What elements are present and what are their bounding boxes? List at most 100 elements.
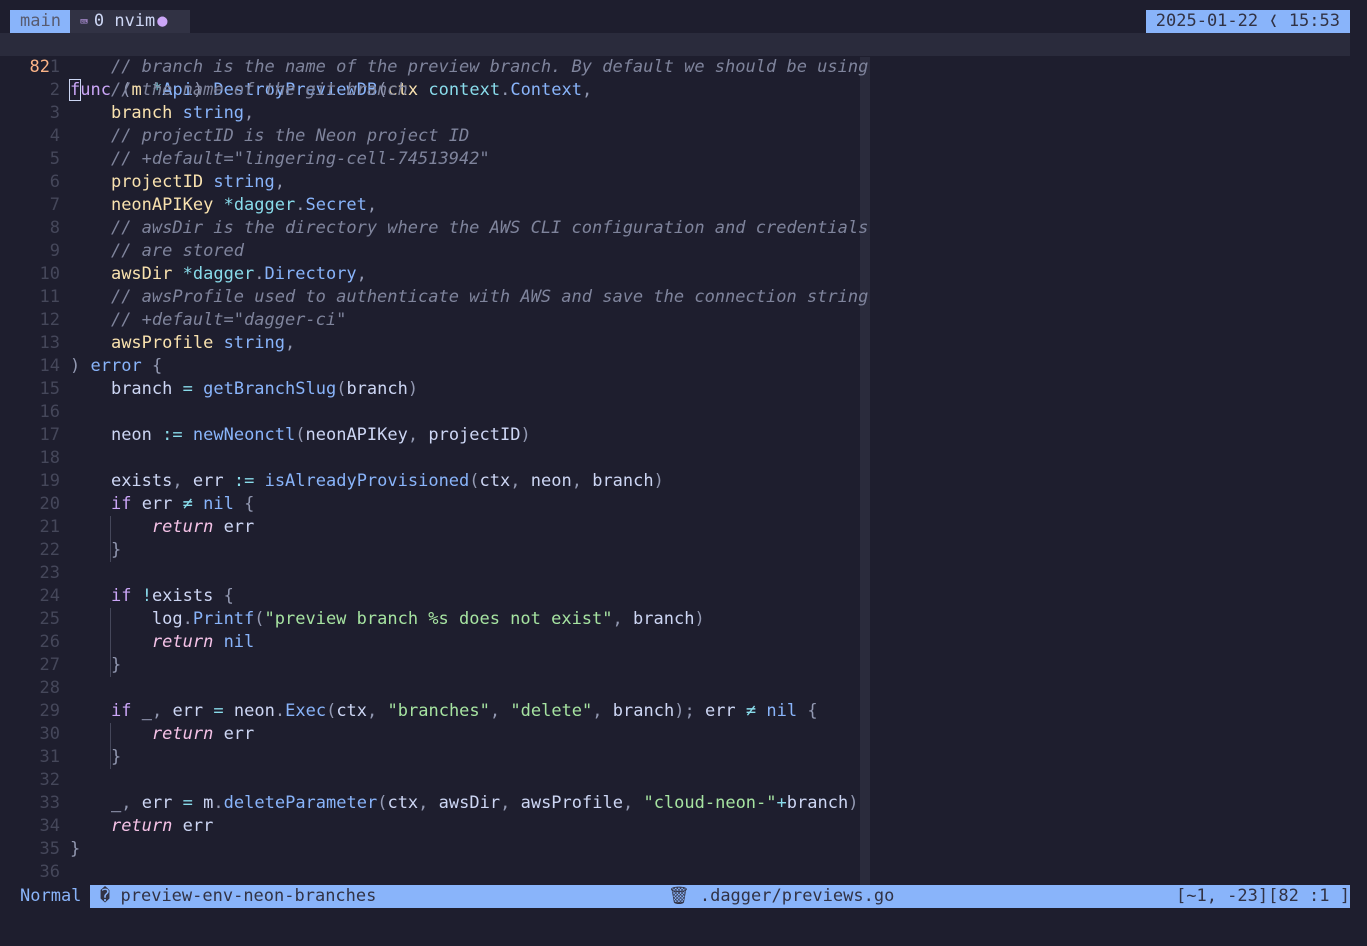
terminal-window: main ⌨ 0 nvim ● 2025-01-22 ❬ 15:53 82 func… <box>0 0 1367 946</box>
line-text[interactable]: // branch is the name of the preview bra… <box>70 56 868 79</box>
tmux-datetime: 2025-01-22 ❬ 15:53 <box>1145 10 1350 33</box>
line-text[interactable]: _, err = m.deleteParameter(ctx, awsDir, … <box>70 792 858 815</box>
code-line[interactable]: 2 // the name of the git branch <box>0 79 1367 102</box>
line-number: 10 <box>39 264 60 284</box>
sticky-context-line[interactable]: 82 func (m *Api) DestroyPreviewDB(ctx co… <box>0 33 1350 101</box>
line-number: 7 <box>49 195 60 215</box>
code-line[interactable]: 36 <box>0 861 1367 884</box>
code-line[interactable]: 14) error { <box>0 355 1367 378</box>
code-line[interactable]: 34 return err <box>0 815 1367 838</box>
line-number: 15 <box>39 379 60 399</box>
git-branch-name: preview-env-neon-branches <box>120 886 377 906</box>
code-line[interactable]: 20 if err ≠ nil { <box>0 493 1367 516</box>
line-text[interactable]: if err ≠ nil { <box>70 493 254 516</box>
line-text[interactable]: if _, err = neon.Exec(ctx, "branches", "… <box>70 700 818 723</box>
code-line[interactable]: 29 if _, err = neon.Exec(ctx, "branches"… <box>0 700 1367 723</box>
line-number: 17 <box>39 425 60 445</box>
code-line[interactable]: 23 <box>0 562 1367 585</box>
line-text[interactable]: } <box>70 539 121 562</box>
code-line[interactable]: 5 // +default="lingering-cell-74513942" <box>0 148 1367 171</box>
modified-indicator: ● <box>157 11 168 31</box>
vim-statusline: Normal � preview-env-neon-branches 🗑 .da… <box>0 885 1367 908</box>
code-line[interactable]: 12 // +default="dagger-ci" <box>0 309 1367 332</box>
code-line[interactable]: 26 return nil <box>0 631 1367 654</box>
line-text[interactable]: awsDir *dagger.Directory, <box>70 263 367 286</box>
code-line[interactable]: 31 } <box>0 746 1367 769</box>
line-text[interactable]: ) error { <box>70 355 162 378</box>
line-text[interactable]: // awsDir is the directory where the AWS… <box>70 217 868 240</box>
line-text[interactable]: return err <box>70 815 213 838</box>
code-line[interactable]: 17 neon := newNeonctl(neonAPIKey, projec… <box>0 424 1367 447</box>
line-text[interactable]: // +default="dagger-ci" <box>70 309 346 332</box>
line-text[interactable]: return err <box>70 723 254 746</box>
terminal-icon: ⌨ <box>80 15 88 30</box>
code-line[interactable]: 4 // projectID is the Neon project ID <box>0 125 1367 148</box>
git-branch-icon: � <box>100 886 111 906</box>
line-text[interactable]: } <box>70 746 121 769</box>
code-line[interactable]: 10 awsDir *dagger.Directory, <box>0 263 1367 286</box>
code-line[interactable]: 28 <box>0 677 1367 700</box>
vim-mode: Normal <box>10 885 92 908</box>
code-line[interactable]: 24 if !exists { <box>0 585 1367 608</box>
code-line[interactable]: 19 exists, err := isAlreadyProvisioned(c… <box>0 470 1367 493</box>
code-line[interactable]: 11 // awsProfile used to authenticate wi… <box>0 286 1367 309</box>
line-text[interactable]: } <box>70 654 121 677</box>
line-number: 3 <box>49 103 60 123</box>
line-number: 13 <box>39 333 60 353</box>
line-text[interactable]: // awsProfile used to authenticate with … <box>70 286 868 309</box>
line-text[interactable]: if !exists { <box>70 585 234 608</box>
line-number: 31 <box>39 747 60 767</box>
code-line[interactable]: 6 projectID string, <box>0 171 1367 194</box>
line-number: 23 <box>39 563 60 583</box>
line-text[interactable]: neonAPIKey *dagger.Secret, <box>70 194 377 217</box>
code-line[interactable]: 30 return err <box>0 723 1367 746</box>
code-lines[interactable]: 1 // branch is the name of the preview b… <box>0 56 1367 884</box>
code-line[interactable]: 22 } <box>0 539 1367 562</box>
line-text[interactable]: } <box>70 838 80 861</box>
line-text[interactable]: projectID string, <box>70 171 285 194</box>
line-number: 1 <box>49 57 60 77</box>
line-text[interactable]: branch = getBranchSlug(branch) <box>70 378 418 401</box>
trash-icon: 🗑 <box>668 886 690 906</box>
line-text[interactable]: log.Printf("preview branch %s does not e… <box>70 608 705 631</box>
code-editor[interactable]: 82 func (m *Api) DestroyPreviewDB(ctx co… <box>0 33 1367 884</box>
file-path: 🗑 .dagger/previews.go <box>668 885 894 908</box>
line-number: 11 <box>39 287 60 307</box>
line-number: 5 <box>49 149 60 169</box>
window-index: 0 <box>93 11 105 31</box>
line-text[interactable]: // projectID is the Neon project ID <box>70 125 469 148</box>
tmux-window-tab[interactable]: ⌨ 0 nvim ● <box>70 10 190 33</box>
code-line[interactable]: 32 <box>0 769 1367 792</box>
indent-guide <box>110 654 111 677</box>
tmux-session-name[interactable]: main <box>10 10 71 33</box>
line-text[interactable]: neon := newNeonctl(neonAPIKey, projectID… <box>70 424 531 447</box>
line-number: 29 <box>39 701 60 721</box>
line-number: 33 <box>39 793 60 813</box>
line-text[interactable]: return err <box>70 516 254 539</box>
line-text[interactable]: // are stored <box>70 240 244 263</box>
line-text[interactable]: awsProfile string, <box>70 332 295 355</box>
line-text[interactable]: // the name of the git branch <box>70 79 408 102</box>
code-line[interactable]: 27 } <box>0 654 1367 677</box>
line-number: 20 <box>39 494 60 514</box>
code-line[interactable]: 18 <box>0 447 1367 470</box>
code-line[interactable]: 7 neonAPIKey *dagger.Secret, <box>0 194 1367 217</box>
line-number: 25 <box>39 609 60 629</box>
code-line[interactable]: 9 // are stored <box>0 240 1367 263</box>
code-line[interactable]: 21 return err <box>0 516 1367 539</box>
line-number: 4 <box>49 126 60 146</box>
line-text[interactable]: branch string, <box>70 102 254 125</box>
code-line[interactable]: 33 _, err = m.deleteParameter(ctx, awsDi… <box>0 792 1367 815</box>
line-text[interactable]: // +default="lingering-cell-74513942" <box>70 148 490 171</box>
code-line[interactable]: 8 // awsDir is the directory where the A… <box>0 217 1367 240</box>
code-line[interactable]: 3 branch string, <box>0 102 1367 125</box>
line-text[interactable]: exists, err := isAlreadyProvisioned(ctx,… <box>70 470 664 493</box>
line-number: 36 <box>39 862 60 882</box>
code-line[interactable]: 35} <box>0 838 1367 861</box>
code-line[interactable]: 1 // branch is the name of the preview b… <box>0 56 1367 79</box>
code-line[interactable]: 15 branch = getBranchSlug(branch) <box>0 378 1367 401</box>
line-text[interactable]: return nil <box>70 631 254 654</box>
code-line[interactable]: 13 awsProfile string, <box>0 332 1367 355</box>
code-line[interactable]: 16 <box>0 401 1367 424</box>
code-line[interactable]: 25 log.Printf("preview branch %s does no… <box>0 608 1367 631</box>
